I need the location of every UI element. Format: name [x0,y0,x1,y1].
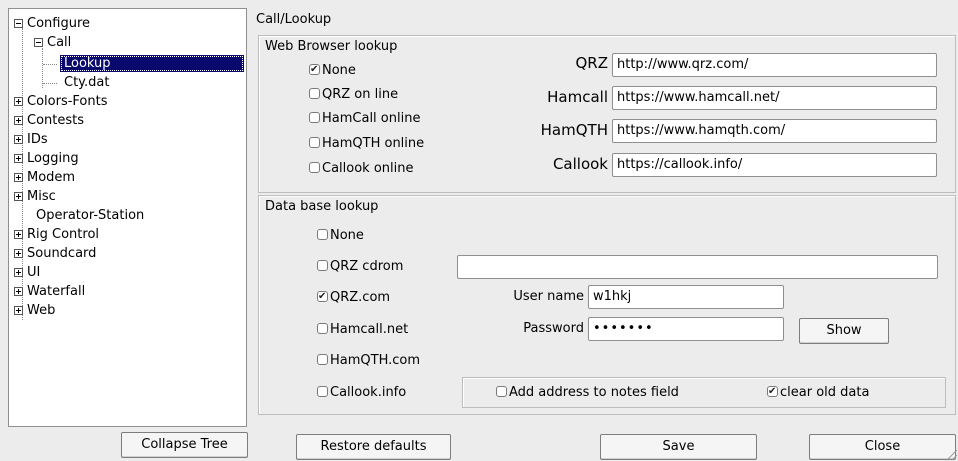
radio-unchecked-icon[interactable] [309,162,320,173]
collapse-icon[interactable] [14,19,23,28]
hamqth-url-label: HamQTH [540,121,608,139]
database-group-label: Data base lookup [265,199,379,214]
radio-unchecked-icon[interactable] [317,260,328,271]
expand-icon[interactable] [14,154,23,163]
username-label: User name [513,289,584,304]
hamcall-url-label: Hamcall [547,88,608,106]
radio-unchecked-icon[interactable] [317,323,328,334]
expand-icon[interactable] [14,135,23,144]
tree-connector [43,83,57,84]
web-option-none[interactable]: None [309,61,356,80]
tree-item-cty-dat[interactable]: Cty.dat [64,74,109,91]
web-browser-group-label: Web Browser lookup [265,39,398,54]
tree-item-web[interactable]: Web [12,302,55,319]
web-option-hamcall-online[interactable]: HamCall online [309,110,420,128]
web-option-hamqth-online[interactable]: HamQTH online [309,135,424,153]
collapse-icon[interactable] [34,38,43,47]
tree-item-contests[interactable]: Contests [12,112,84,129]
close-button[interactable]: Close [809,434,956,460]
tree-item-ids[interactable]: IDs [12,131,48,148]
tree-item-logging[interactable]: Logging [12,150,79,167]
username-input[interactable]: w1hkj [588,285,784,309]
expand-icon[interactable] [14,192,23,201]
db-option-qrz-com[interactable]: QRZ.com [317,288,390,307]
radio-unchecked-icon[interactable] [309,112,320,123]
db-option-hamcall-net[interactable]: Hamcall.net [317,321,408,339]
callook-url-input[interactable]: https://callook.info/ [612,153,937,177]
radio-unchecked-icon[interactable] [309,88,320,99]
panel-title: Call/Lookup [256,12,332,27]
tree-item-modem[interactable]: Modem [12,169,75,186]
radio-unchecked-icon[interactable] [309,137,320,148]
web-option-qrz-online[interactable]: QRZ on line [309,86,398,104]
tree-item-operator-station[interactable]: Operator-Station [36,207,144,224]
tree-item-rig-control[interactable]: Rig Control [12,226,99,243]
expand-icon[interactable] [14,173,23,182]
expand-icon[interactable] [14,97,23,106]
tree-item-ui[interactable]: UI [12,264,40,281]
db-option-callook-info[interactable]: Callook.info [317,384,406,402]
checkbox-unchecked-icon[interactable] [496,386,507,397]
expand-icon[interactable] [14,249,23,258]
radio-unchecked-icon[interactable] [317,229,328,240]
restore-defaults-button[interactable]: Restore defaults [296,434,451,460]
expand-icon[interactable] [14,268,23,277]
radio-checked-icon[interactable] [317,288,328,306]
tree-connector [42,48,43,88]
expand-icon[interactable] [14,230,23,239]
radio-unchecked-icon[interactable] [317,354,328,365]
web-option-callook-online[interactable]: Callook online [309,160,414,178]
radio-unchecked-icon[interactable] [317,386,328,397]
db-option-none[interactable]: None [317,227,364,245]
hamcall-url-input[interactable]: https://www.hamcall.net/ [612,86,937,110]
clear-old-data-checkbox[interactable]: clear old data [767,383,869,402]
hamqth-url-input[interactable]: https://www.hamqth.com/ [612,119,937,143]
callook-url-label: Callook [552,155,608,173]
expand-icon[interactable] [14,287,23,296]
expand-icon[interactable] [14,116,23,125]
tree-item-colors-fonts[interactable]: Colors-Fonts [12,93,107,110]
tree-item-lookup[interactable]: Lookup [60,55,244,72]
qrz-cdrom-path-input[interactable] [457,255,938,279]
password-input[interactable]: ••••••• [588,317,784,341]
config-tree[interactable]: Configure Call Lookup Cty.dat Colors-Fon… [8,8,247,427]
db-option-qrz-cdrom[interactable]: QRZ cdrom [317,258,403,276]
tree-item-soundcard[interactable]: Soundcard [12,245,96,262]
add-address-checkbox[interactable]: Add address to notes field [496,384,679,402]
tree-item-waterfall[interactable]: Waterfall [12,283,85,300]
db-option-hamqth-com[interactable]: HamQTH.com [317,352,420,370]
tree-item-call[interactable]: Call [32,34,71,51]
tree-item-misc[interactable]: Misc [12,188,56,205]
show-password-button[interactable]: Show [799,318,889,344]
collapse-tree-button[interactable]: Collapse Tree [121,432,248,458]
save-button[interactable]: Save [600,434,757,460]
qrz-url-input[interactable]: http://www.qrz.com/ [612,53,937,77]
expand-icon[interactable] [14,306,23,315]
tree-item-configure[interactable]: Configure [12,15,90,32]
qrz-url-label: QRZ [575,54,608,72]
checkbox-checked-icon[interactable] [767,383,778,401]
password-label: Password [523,321,584,336]
tree-connector [43,64,57,65]
radio-checked-icon[interactable] [309,61,320,79]
resize-grip-icon[interactable] [944,447,958,461]
